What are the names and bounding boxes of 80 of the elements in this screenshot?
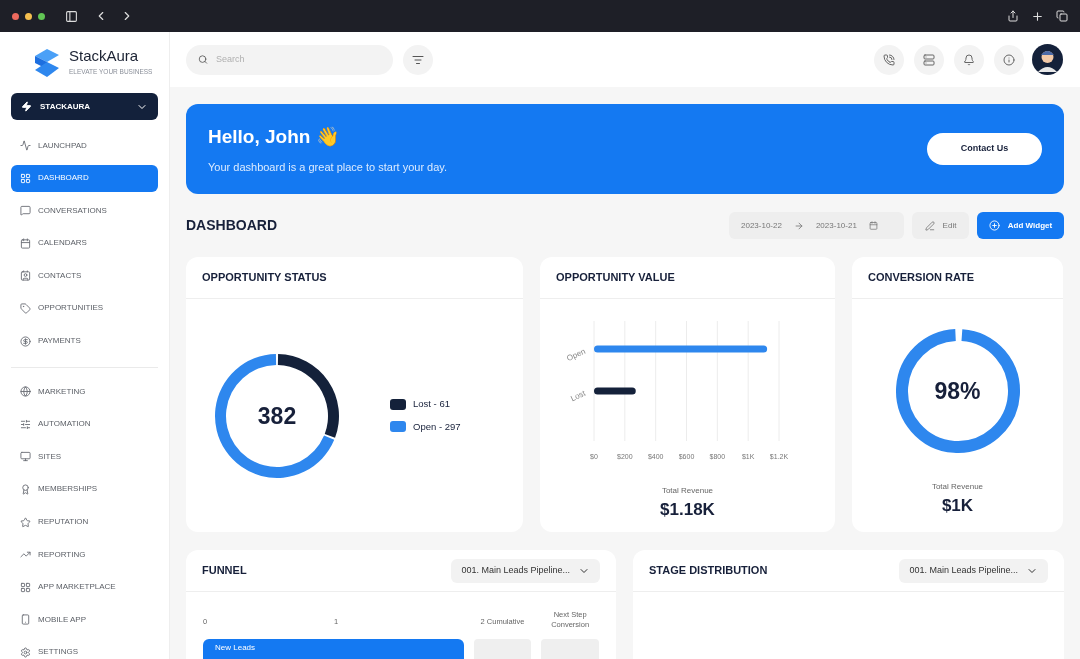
- total-value: $1K: [941, 495, 974, 517]
- sidebar-item[interactable]: PAYMENTS: [11, 327, 158, 355]
- sidebar-item[interactable]: DASHBOARD: [11, 164, 158, 192]
- total-label: Total Revenue: [661, 485, 714, 497]
- dollar-icon: [20, 335, 31, 347]
- greeting: Hello, John 👋: [208, 125, 341, 149]
- pipeline-select[interactable]: 001. Main Leads Pipeline...: [451, 558, 600, 583]
- date-range-field[interactable]: 2023-10-22 2023-10-21: [729, 212, 904, 239]
- sidebar-item[interactable]: REPORTING: [11, 541, 158, 569]
- new-tab-icon[interactable]: [1031, 9, 1044, 23]
- sidebar-item[interactable]: SITES: [11, 443, 158, 471]
- legend-label: Lost - 61: [413, 397, 450, 412]
- bell-icon: [963, 53, 975, 66]
- plus-circle-icon: [988, 220, 1000, 231]
- funnel-bar: New Leads: [203, 639, 464, 659]
- sidebar-item[interactable]: SETTINGS: [11, 638, 158, 659]
- card-title: OPPORTUNITY VALUE: [556, 270, 675, 286]
- header-icon-button[interactable]: [994, 44, 1024, 75]
- info-icon: [1003, 53, 1015, 66]
- sidebar-item[interactable]: CALENDARS: [11, 229, 158, 257]
- sidebar-item[interactable]: CONVERSATIONS: [11, 197, 158, 225]
- tabs-icon[interactable]: [1056, 10, 1068, 22]
- search-input[interactable]: Search: [215, 52, 381, 67]
- sidebar-item[interactable]: MARKETING: [11, 378, 158, 406]
- bar: [593, 387, 636, 395]
- donut-total: 382: [257, 404, 297, 427]
- search-icon: [198, 54, 208, 65]
- brand-name: StackAura: [69, 48, 140, 64]
- workspace-select[interactable]: STACKAURA: [11, 93, 158, 120]
- sidebar-item[interactable]: LAUNCHPAD: [11, 132, 158, 159]
- phone-icon: [20, 614, 31, 626]
- card-title: OPPORTUNITY STATUS: [202, 270, 327, 286]
- sidebar-toggle-icon[interactable]: [65, 9, 78, 23]
- gauge-reading: 98%: [934, 379, 981, 403]
- chat-icon: [20, 205, 31, 217]
- calendar-icon: [868, 221, 878, 230]
- total-value: $1.18K: [660, 499, 715, 521]
- total-label: Total Revenue: [931, 481, 984, 493]
- logo-icon: [33, 47, 61, 78]
- tag-icon: [20, 302, 31, 314]
- calendar-icon: [20, 237, 31, 249]
- avatar[interactable]: [1032, 44, 1063, 75]
- share-icon[interactable]: [1007, 10, 1019, 22]
- sidebar-item[interactable]: CONTACTS: [11, 262, 158, 290]
- star-icon: [20, 516, 31, 528]
- pipeline-select[interactable]: 001. Main Leads Pipeline...: [899, 558, 1048, 583]
- sidebar-item[interactable]: MOBILE APP: [11, 606, 158, 634]
- card-title: CONVERSION RATE: [868, 270, 975, 286]
- sidebar-item[interactable]: OPPORTUNITIES: [11, 294, 158, 322]
- edit-button[interactable]: Edit: [912, 212, 969, 239]
- card-title: FUNNEL: [202, 563, 247, 579]
- banner-subtitle: Your dashboard is a great place to start your day.: [208, 159, 449, 175]
- activity-icon: [20, 140, 31, 151]
- arrow-right-icon: [793, 220, 804, 231]
- sliders-icon: [20, 418, 31, 430]
- card-title: STAGE DISTRIBUTION: [649, 563, 768, 579]
- header-icon-button[interactable]: [874, 44, 904, 75]
- sidebar-item[interactable]: APP MARKETPLACE: [11, 573, 158, 601]
- grid-icon: [20, 172, 31, 184]
- sidebar-item[interactable]: REPUTATION: [11, 508, 158, 536]
- award-icon: [20, 483, 31, 495]
- bolt-icon: [21, 101, 32, 112]
- category-label: Open: [564, 346, 587, 364]
- globe-icon: [20, 386, 31, 398]
- server-icon: [923, 53, 935, 66]
- header-icon-button[interactable]: [954, 44, 984, 75]
- monitor-icon: [20, 451, 31, 463]
- pen-icon: [924, 220, 935, 231]
- phone-icon: [883, 53, 895, 66]
- page-title: DASHBOARD: [186, 216, 278, 235]
- category-label: Lost: [568, 388, 587, 404]
- settings-icon: [20, 646, 31, 658]
- add-widget-button[interactable]: Add Widget: [977, 212, 1064, 239]
- search-field[interactable]: Search: [186, 44, 393, 75]
- legend-label: Open - 297: [413, 419, 461, 434]
- contact-icon: [20, 270, 31, 282]
- contact-us-button[interactable]: Contact Us: [927, 133, 1042, 165]
- sidebar-item[interactable]: MEMBERSHIPS: [11, 475, 158, 503]
- grid-icon: [20, 581, 31, 593]
- sidebar-item[interactable]: AUTOMATION: [11, 410, 158, 438]
